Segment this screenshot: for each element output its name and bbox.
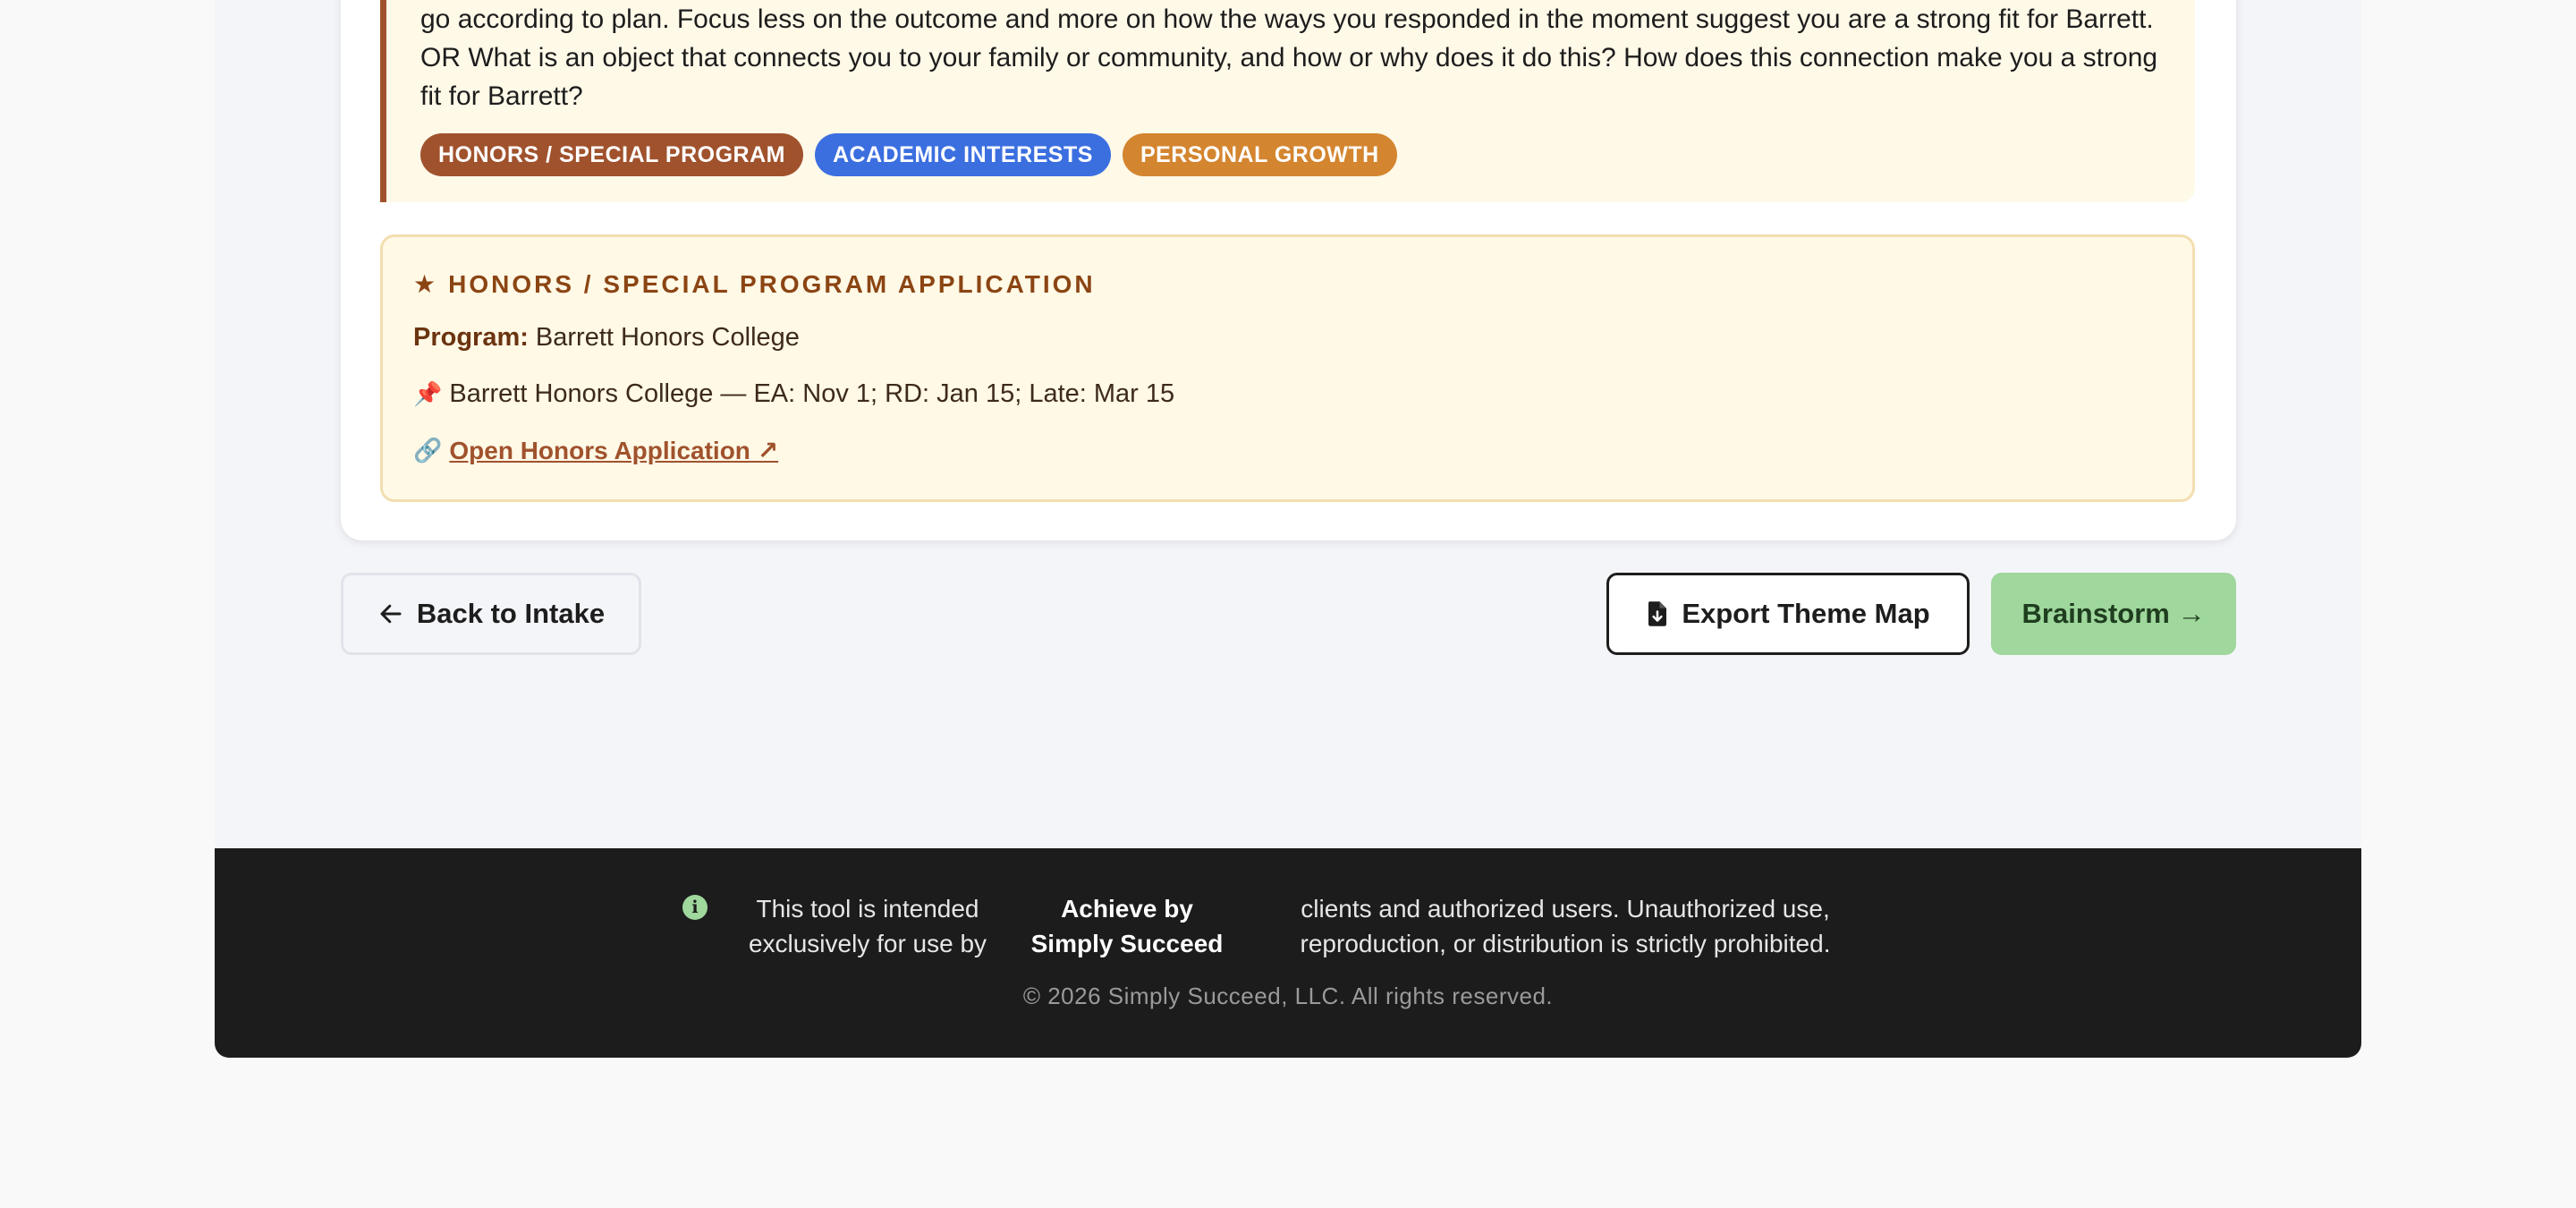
pushpin-icon: 📌 bbox=[413, 380, 443, 407]
prompt-line: fit for Barrett? bbox=[420, 81, 583, 111]
footer-copyright: © 2026 Simply Succeed, LLC. All rights r… bbox=[1022, 983, 1554, 1009]
star-icon: ★ bbox=[413, 270, 436, 298]
open-honors-application-link[interactable]: Open Honors Application ↗ bbox=[449, 436, 778, 465]
program-label: Program: bbox=[413, 323, 529, 352]
prompt-line: OR What is an object that connects you t… bbox=[420, 43, 2158, 72]
prompt-tags: HONORS / SPECIAL PROGRAM ACADEMIC INTERE… bbox=[420, 133, 1397, 176]
footer-brand: Achieve by Simply Succeed bbox=[1030, 895, 1224, 957]
export-theme-map-button[interactable]: Export Theme Map bbox=[1606, 573, 1970, 655]
honors-link-row[interactable]: 🔗 Open Honors Application ↗ bbox=[413, 436, 778, 465]
link-icon: 🔗 bbox=[413, 437, 443, 464]
back-button-label: Back to Intake bbox=[416, 598, 606, 629]
honors-title-text: HONORS / SPECIAL PROGRAM APPLICATION bbox=[448, 269, 1096, 298]
back-to-intake-button[interactable]: Back to Intake bbox=[341, 573, 641, 655]
brainstorm-button[interactable]: Brainstorm → bbox=[1991, 573, 2236, 655]
tag-honors-special-program: HONORS / SPECIAL PROGRAM bbox=[420, 133, 803, 176]
footer-notice-part2: clients and authorized users. Unauthoriz… bbox=[1300, 895, 1831, 957]
honors-application-box: ★ HONORS / SPECIAL PROGRAM APPLICATION P… bbox=[380, 234, 2195, 502]
prompt-line: go according to plan. Focus less on the … bbox=[420, 4, 2154, 34]
program-row: Program: Barrett Honors College bbox=[413, 323, 800, 353]
honors-section-title: ★ HONORS / SPECIAL PROGRAM APPLICATION bbox=[413, 269, 1096, 299]
brainstorm-button-label: Brainstorm → bbox=[2021, 598, 2206, 629]
essay-prompt-box: go according to plan. Focus less on the … bbox=[380, 0, 2195, 202]
arrow-left-icon bbox=[380, 604, 402, 624]
essay-prompt-text: go according to plan. Focus less on the … bbox=[420, 0, 2174, 115]
tag-personal-growth: PERSONAL GROWTH bbox=[1122, 133, 1397, 176]
footer-notice-part1: This tool is intended exclusively for us… bbox=[748, 895, 987, 957]
deadline-text: Barrett Honors College — EA: Nov 1; RD: … bbox=[449, 379, 1175, 408]
info-icon: i bbox=[682, 895, 708, 920]
program-value: Barrett Honors College bbox=[535, 323, 800, 352]
deadline-row: 📌 Barrett Honors College — EA: Nov 1; RD… bbox=[413, 379, 1174, 409]
export-button-label: Export Theme Map bbox=[1682, 598, 1930, 629]
tag-academic-interests: ACADEMIC INTERESTS bbox=[814, 133, 1111, 176]
footer: i This tool is intended exclusively for … bbox=[215, 848, 2361, 1058]
file-export-icon bbox=[1648, 601, 1667, 626]
